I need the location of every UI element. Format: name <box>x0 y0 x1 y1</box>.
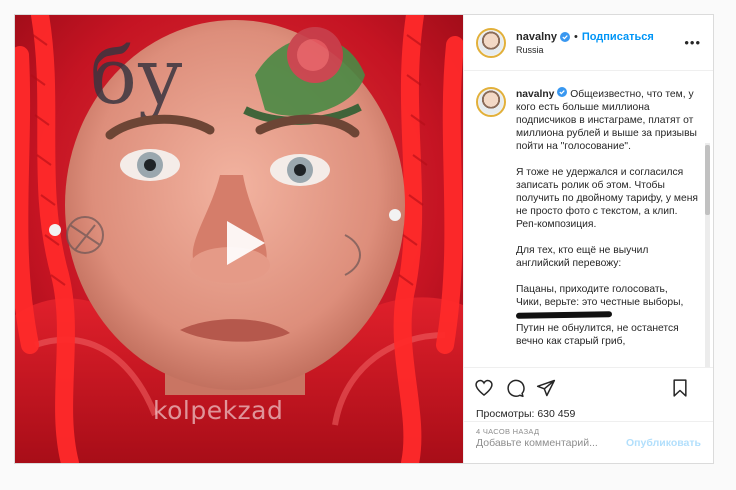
username-link[interactable]: navalny <box>516 31 557 43</box>
verified-icon <box>557 87 568 97</box>
header-row: navalny • Подписаться <box>516 31 654 43</box>
caption-paragraph: Я тоже не удержался и согласился записат… <box>516 167 698 230</box>
scrollbar-thumb[interactable] <box>705 145 710 215</box>
caption: navalny Общеизвестно, что тем, у кого ес… <box>515 87 700 367</box>
comment-bar: Опубликовать <box>464 421 713 463</box>
caption-paragraph: Для тех, кто ещё не выучил английский пе… <box>516 245 649 269</box>
avatar[interactable] <box>476 27 506 58</box>
separator-dot: • <box>573 30 578 43</box>
svg-text:бу: бу <box>90 32 183 122</box>
share-icon[interactable] <box>536 378 556 398</box>
heart-icon[interactable] <box>474 378 494 398</box>
header-text: navalny • Подписаться Russia <box>516 31 654 55</box>
video-watermark: kolpekzad <box>153 396 284 425</box>
comment-input[interactable] <box>476 436 627 449</box>
post-video[interactable]: бу kolpekzad <box>15 15 463 463</box>
post-card: бу kolpekzad navalny • Подписаться Russi… <box>14 14 714 464</box>
follow-button[interactable]: Подписаться <box>582 31 654 43</box>
bookmark-icon[interactable] <box>670 378 690 398</box>
caption-area: navalny Общеизвестно, что тем, у кого ес… <box>464 71 713 367</box>
caption-verse: Пацаны, приходите голосовать, Чики, верь… <box>515 283 700 348</box>
caption-username[interactable]: navalny <box>516 89 554 100</box>
comment-icon[interactable] <box>505 378 525 398</box>
verse-line: Путин не обнулится, не останется <box>516 323 679 334</box>
location-link[interactable]: Russia <box>516 45 654 55</box>
caption-paragraph: navalny Общеизвестно, что тем, у кого ес… <box>516 87 700 153</box>
caption-avatar[interactable] <box>476 87 506 117</box>
post-header: navalny • Подписаться Russia ••• <box>464 15 713 71</box>
more-icon[interactable]: ••• <box>684 36 701 49</box>
verse-line: Пацаны, приходите голосовать, <box>516 284 668 295</box>
action-bar <box>464 367 713 407</box>
page: бу kolpekzad navalny • Подписаться Russi… <box>0 0 736 490</box>
caption-scrollbar[interactable] <box>705 143 710 367</box>
views-label: Просмотры: <box>476 408 535 420</box>
verified-icon <box>559 31 570 42</box>
publish-button[interactable]: Опубликовать <box>626 437 701 449</box>
play-icon[interactable] <box>215 215 271 271</box>
verse-line: Чики, верьте: это честные выборы, <box>516 297 684 308</box>
verse-line: вечно как старый гриб, <box>516 336 626 347</box>
views-number: 630 459 <box>537 408 576 420</box>
post-sidebar: navalny • Подписаться Russia ••• navalny… <box>463 15 713 463</box>
verse-redaction <box>515 309 700 322</box>
